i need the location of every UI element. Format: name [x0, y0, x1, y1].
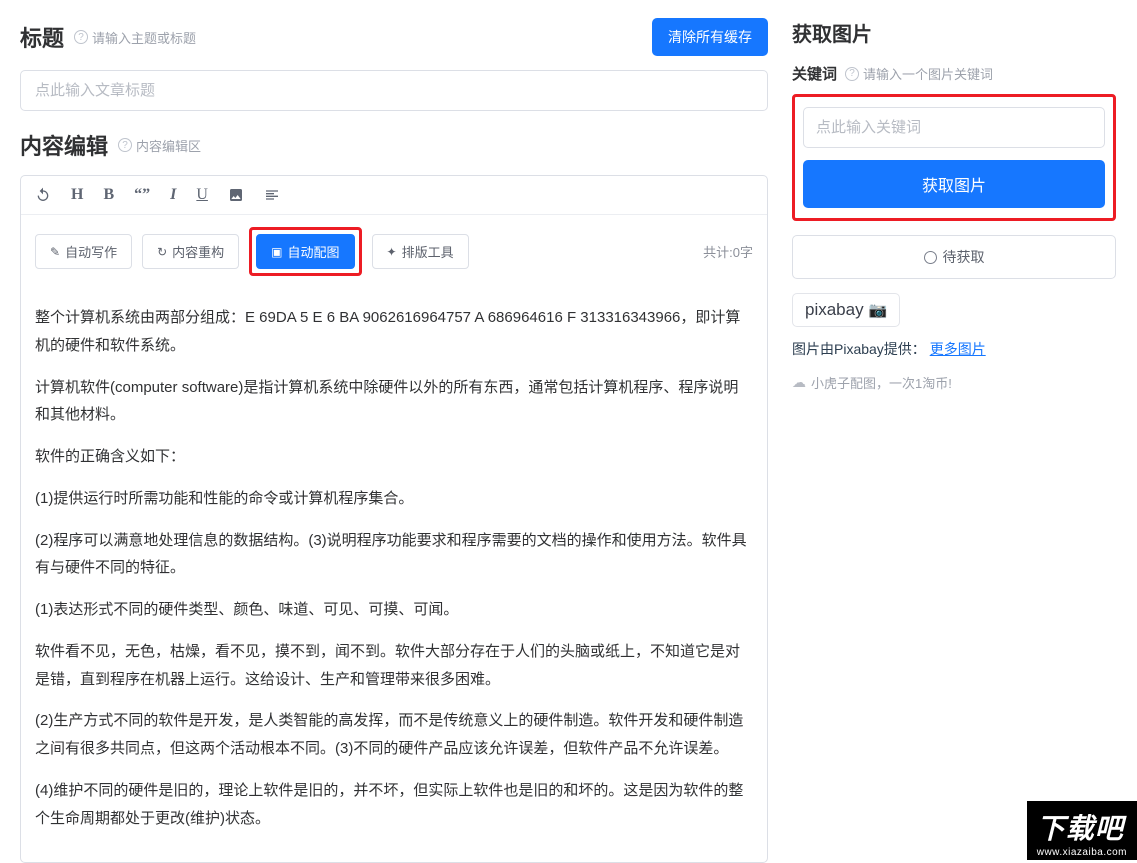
question-icon: ?: [845, 67, 859, 81]
content-area[interactable]: 整个计算机系统由两部分组成：E 69DA 5 E 6 BA 9062616964…: [21, 288, 767, 862]
editor-box: H B “” I U ✎ 自动写作 ↻ 内容重构: [20, 175, 768, 863]
left-panel: 标题 ? 请输入主题或标题 清除所有缓存 内容编辑 ? 内容编辑区 H B “”: [0, 0, 780, 860]
content-section-header: 内容编辑 ? 内容编辑区: [20, 129, 768, 161]
layout-tool-button[interactable]: ✦ 排版工具: [372, 234, 469, 269]
wand-icon: ✦: [387, 245, 397, 259]
content-paragraph: (4)维护不同的硬件是旧的，理论上软件是旧的，并不坏，但实际上软件也是旧的和坏的…: [35, 777, 753, 833]
circle-icon: [924, 251, 937, 264]
content-paragraph: (1)提供运行时所需功能和性能的命令或计算机程序集合。: [35, 485, 753, 513]
picture-icon: ▣: [271, 245, 282, 259]
pencil-icon: ✎: [50, 245, 60, 259]
auto-image-button[interactable]: ▣ 自动配图: [256, 234, 354, 269]
content-section-label: 内容编辑: [20, 129, 108, 161]
action-toolbar: ✎ 自动写作 ↻ 内容重构 ▣ 自动配图 ✦ 排版工具 共计:0字: [21, 215, 767, 288]
italic-icon[interactable]: I: [170, 186, 176, 204]
get-image-title: 获取图片: [792, 18, 1116, 47]
keyword-label: 关键词: [792, 63, 837, 84]
auto-write-button[interactable]: ✎ 自动写作: [35, 234, 132, 269]
get-image-button[interactable]: 获取图片: [803, 160, 1105, 208]
cloud-icon: ☁: [792, 374, 806, 391]
image-icon[interactable]: [228, 187, 244, 203]
refresh-icon: ↻: [157, 245, 167, 259]
more-images-link[interactable]: 更多图片: [930, 341, 986, 357]
camera-icon: 📷: [869, 301, 888, 319]
article-title-input[interactable]: [20, 70, 768, 111]
title-section-hint: ? 请输入主题或标题: [74, 28, 196, 47]
keyword-highlight-box: 获取图片: [792, 94, 1116, 221]
watermark: 下载吧 www.xiazaiba.com: [1027, 801, 1137, 860]
title-section-label: 标题: [20, 21, 64, 53]
question-icon: ?: [118, 138, 132, 152]
char-count: 共计:0字: [703, 242, 753, 261]
content-section-hint: ? 内容编辑区: [118, 136, 201, 155]
clear-cache-button[interactable]: 清除所有缓存: [652, 18, 768, 56]
bold-icon[interactable]: B: [103, 186, 114, 204]
rebuild-button[interactable]: ↻ 内容重构: [142, 234, 239, 269]
content-paragraph: 软件看不见，无色，枯燥，看不见，摸不到，闻不到。软件大部分存在于人们的头脑或纸上…: [35, 638, 753, 694]
keyword-row: 关键词 ? 请输入一个图片关键词: [792, 63, 1116, 84]
content-paragraph: (2)程序可以满意地处理信息的数据结构。(3)说明程序功能要求和程序需要的文档的…: [35, 527, 753, 583]
align-left-icon[interactable]: [264, 187, 280, 203]
undo-icon[interactable]: [35, 187, 51, 203]
highlight-box: ▣ 自动配图: [249, 227, 361, 276]
pixabay-badge: pixabay 📷: [792, 293, 900, 327]
heading-icon[interactable]: H: [71, 186, 83, 204]
content-paragraph: 整个计算机系统由两部分组成：E 69DA 5 E 6 BA 9062616964…: [35, 304, 753, 360]
footer-note: ☁ 小虎子配图，一次1淘币!: [792, 373, 1116, 392]
format-toolbar: H B “” I U: [21, 176, 767, 215]
keyword-input[interactable]: [803, 107, 1105, 148]
underline-icon[interactable]: U: [196, 186, 208, 204]
provided-by-row: 图片由Pixabay提供： 更多图片: [792, 339, 1116, 359]
right-panel: 获取图片 关键词 ? 请输入一个图片关键词 获取图片 待获取 pixabay 📷…: [780, 0, 1130, 860]
question-icon: ?: [74, 30, 88, 44]
content-paragraph: 计算机软件(computer software)是指计算机系统中除硬件以外的所有…: [35, 374, 753, 430]
content-paragraph: (2)生产方式不同的软件是开发，是人类智能的高发挥，而不是传统意义上的硬件制造。…: [35, 707, 753, 763]
content-paragraph: (1)表达形式不同的硬件类型、颜色、味道、可见、可摸、可闻。: [35, 596, 753, 624]
keyword-hint: ? 请输入一个图片关键词: [845, 64, 993, 83]
content-paragraph: 软件的正确含义如下：: [35, 443, 753, 471]
title-section-header: 标题 ? 请输入主题或标题 清除所有缓存: [20, 18, 768, 56]
quote-icon[interactable]: “”: [134, 186, 150, 204]
pending-status: 待获取: [792, 235, 1116, 279]
